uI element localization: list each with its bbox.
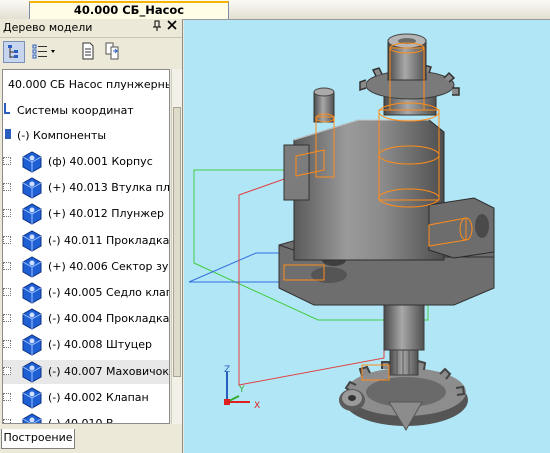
tree-item-label: (-) 40.002 Клапан [48,390,149,404]
copy-document-icon[interactable] [103,41,125,63]
expand-toggle-icon[interactable] [3,183,11,192]
tree-item-row[interactable]: (-) 40.007 Маховичок [3,359,170,384]
part-icon [21,387,43,409]
tree-item-label: (+) 40.006 Сектор зубч [48,259,170,273]
part-icon [21,177,43,199]
part-icon [21,361,43,383]
tree-item-label: (+) 40.012 Плунжер [48,207,164,221]
expand-toggle-icon[interactable] [3,235,11,244]
expand-toggle-icon[interactable] [3,314,11,323]
expand-toggle-icon[interactable] [3,392,11,401]
coord-system-icon [4,103,10,115]
panel-title: Дерево модели [3,21,93,34]
tree-item-label: (-) 40.004 Прокладка [48,312,170,326]
tree-view-icon[interactable] [3,41,25,63]
model-viewport[interactable]: Z X Y [184,20,550,453]
assembly-3d-render: Z X Y [188,33,495,431]
document-tab[interactable]: 40.000 СБ_Насос плунжерный [29,1,229,32]
part-icon [21,203,43,225]
coordinate-triad [224,372,250,405]
tree-toolbar [0,38,182,66]
tree-item-row[interactable]: (+) 40.012 Плунжер [3,202,169,226]
tree-components-row[interactable]: (-) Компоненты [3,125,169,147]
close-icon[interactable] [166,19,178,33]
document-tab-bar: 40.000 СБ_Насос плунжерный [0,0,550,32]
tree-item-label: (-) 40.005 Седло клапа [48,286,170,299]
part-icon [21,151,43,173]
part-icon [21,334,43,356]
axis-z-label: Z [224,365,230,375]
axis-x-label: X [254,401,260,411]
tree-item-label: (ф) 40.001 Корпус [48,155,153,168]
expand-toggle-icon[interactable] [3,261,11,270]
part-icon [21,230,43,252]
components-icon [4,127,12,141]
model-tree: 40.000 СБ Насос плунжерный ( Системы коо… [2,69,170,424]
tree-root-row[interactable]: 40.000 СБ Насос плунжерный ( [3,75,169,97]
tree-item-row[interactable]: (-) 40.004 Прокладка [3,307,169,331]
tree-item-row[interactable]: (-) 40.011 Прокладка [3,229,169,253]
tree-item-label: (+) 40.013 Втулка плун [48,181,170,195]
tree-item-row[interactable]: (+) 40.013 Втулка плун [3,176,169,200]
tree-item-row[interactable]: (-) 40.008 Штуцер [3,333,169,357]
part-icon [21,308,43,330]
tree-item-label: (-) 40.011 Прокладка [48,233,170,247]
part-icon [21,256,43,278]
tree-item-row[interactable]: (-) 40.010 В [3,412,169,424]
tree-root-label: 40.000 СБ Насос плунжерный ( [8,78,169,91]
expand-toggle-icon[interactable] [3,340,11,349]
expand-toggle-icon[interactable] [3,157,11,165]
expand-toggle-icon[interactable] [3,419,11,423]
model-tree-panel: Дерево модели 40.000 СБ Насос плунжерн С… [0,19,183,453]
part-icon [21,413,43,423]
tree-item-row[interactable]: (ф) 40.001 Корпус [3,150,169,174]
tree-scrollbar[interactable] [171,69,182,424]
document-icon[interactable] [78,41,100,63]
expand-toggle-icon[interactable] [3,209,11,218]
scrollbar-thumb[interactable] [173,107,181,377]
tree-item-row[interactable]: (+) 40.006 Сектор зубч [3,255,169,279]
tab-build[interactable]: Построение [1,429,75,449]
tree-item-label: (-) 40.007 Маховичок [48,364,170,378]
panel-header: Дерево модели [0,19,182,38]
part-icon [21,282,43,304]
expand-toggle-icon[interactable] [3,366,11,375]
tree-components-label: (-) Компоненты [17,129,107,142]
tree-item-label: (-) 40.008 Штуцер [48,338,152,352]
list-settings-icon[interactable] [30,41,58,63]
axis-y-label: Y [238,385,245,395]
expand-toggle-icon[interactable] [3,288,11,296]
pin-icon[interactable] [151,20,163,34]
tree-coord-label: Системы координат [17,104,134,117]
tree-item-row[interactable]: (-) 40.002 Клапан [3,386,169,410]
tree-item-row[interactable]: (-) 40.005 Седло клапа [3,281,169,305]
tree-item-label: (-) 40.010 В [48,417,114,424]
tree-coord-row[interactable]: Системы координат [3,100,169,122]
